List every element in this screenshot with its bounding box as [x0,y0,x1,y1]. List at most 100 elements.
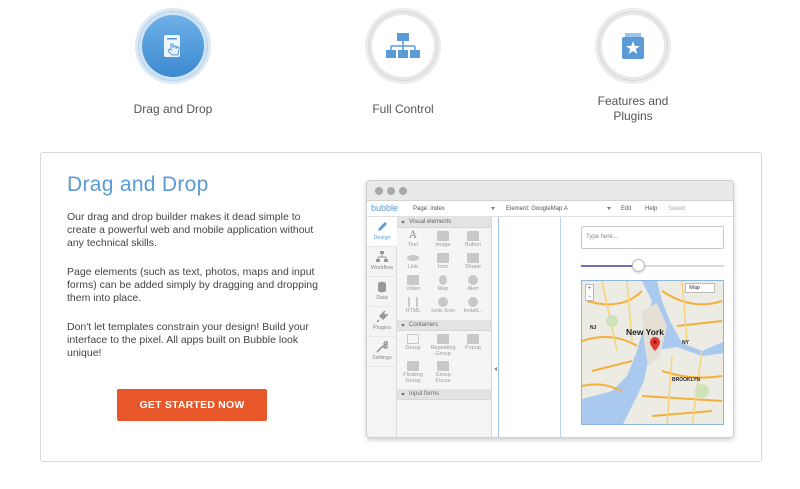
map-label-ny: NY [682,340,689,346]
map-zoom-control[interactable]: + − [585,284,594,301]
window-titlebar [367,181,733,201]
video-icon [407,275,419,285]
slider-handle[interactable] [632,259,645,272]
element-selector[interactable]: Element: GoogleMap A [506,206,568,212]
map-label-city: New York [626,327,664,337]
page-boundary [560,217,561,437]
hand-pointer-icon [142,15,204,77]
nav-label: Plugins [372,325,392,331]
visual-elements-grid: A Text Image Button Link Icon Shape Video… [397,228,491,320]
feature-label: Features and Plugins [597,94,669,123]
editor-preview: bubble Page: index Element: GoogleMap A … [366,180,734,438]
text-icon: A [409,230,417,241]
map-marker-icon [650,337,660,351]
ionic-icon [438,297,448,307]
guide-line [498,217,499,437]
section-visual-elements[interactable]: Visual elements [397,217,491,228]
section-input-forms[interactable]: Input forms [397,389,491,400]
map-pin-icon [439,275,447,285]
nav-data[interactable]: Data [367,277,397,307]
button-icon [467,231,479,241]
element-palette: Visual elements A Text Image Button Link … [397,217,492,437]
panel-title: Drag and Drop [67,173,209,196]
flag-icon [437,253,449,263]
get-started-button[interactable]: GET STARTED NOW [117,389,267,421]
palette-group-focus[interactable]: Group Focus [428,360,458,387]
palette-icon[interactable]: Icon [428,252,458,274]
panel-paragraph-1: Our drag and drop builder makes it dead … [67,211,314,249]
popup-icon [467,334,479,344]
feature-plugins[interactable]: Features and Plugins [553,8,713,124]
map-label-nj: NJ [590,325,597,331]
palette-map[interactable]: Map [428,274,458,296]
group-icon [407,334,419,344]
image-icon [437,231,449,241]
workflow-icon [376,251,388,262]
palette-ionic-icon[interactable]: Ionic Icon [428,296,458,318]
plus-circle-icon [468,297,478,307]
section-containers[interactable]: Containers [397,320,491,331]
collapse-arrow-icon[interactable] [494,367,497,371]
feature-panel: Drag and Drop Our drag and drop builder … [40,152,762,462]
shape-icon [467,253,479,263]
map-tiles [582,281,723,424]
google-map[interactable]: + − Map NJ NY New York BROOKLYN [581,280,724,425]
feature-drag-and-drop[interactable]: Drag and Drop [93,8,253,117]
nav-plugins[interactable]: Plugins [367,307,397,337]
palette-group[interactable]: Group [398,333,428,360]
canvas-slider[interactable] [581,259,724,272]
code-icon [408,297,418,307]
plugin-star-icon [602,15,664,77]
feature-full-control[interactable]: Full Control [323,8,483,117]
panel-paragraph-3: Don't let templates constrain your desig… [67,321,309,359]
floating-group-icon [407,361,419,371]
palette-text[interactable]: A Text [398,230,428,252]
palette-image[interactable]: Image [428,230,458,252]
palette-floating-group[interactable]: Floating Group [398,360,428,387]
window-dot [375,187,383,195]
feature-icon-ring [135,8,211,84]
database-icon [378,281,386,293]
alert-icon [468,275,478,285]
group-focus-icon [437,361,449,371]
menu-edit[interactable]: Edit [621,206,631,212]
menu-help[interactable]: Help [645,206,657,212]
canvas-input[interactable]: Type here... [581,226,724,249]
nav-design[interactable]: Design [367,217,397,247]
plug-icon [376,311,388,323]
bubble-logo: bubble [371,203,399,213]
palette-install[interactable]: Install... [458,296,488,318]
window-dot [399,187,407,195]
editor-menubar: bubble Page: index Element: GoogleMap A … [367,202,733,217]
pencil-icon [378,222,387,231]
palette-html[interactable]: HTML [398,296,428,318]
wrench-icon [376,341,388,353]
containers-grid: Group Repeating Group Popup Floating Gro… [397,331,491,389]
sitemap-icon [372,15,434,77]
palette-video[interactable]: Video [398,274,428,296]
nav-label: Data [376,295,388,301]
palette-button[interactable]: Button [458,230,488,252]
zoom-out-button[interactable]: − [586,293,593,301]
page-selector[interactable]: Page: index [413,206,445,212]
feature-icon-ring [595,8,671,84]
nav-settings[interactable]: Settings [367,337,397,367]
map-label-brooklyn: BROOKLYN [672,377,701,383]
feature-label: Drag and Drop [133,102,213,116]
palette-shape[interactable]: Shape [458,252,488,274]
nav-workflow[interactable]: Workflow [367,247,397,277]
palette-link[interactable]: Link [398,252,428,274]
editor-canvas: Type here... + − Map NJ NY New York BROO… [492,217,733,437]
editor-left-nav: Design Workflow Data Plugins Settings [367,217,397,437]
feature-label: Full Control [372,102,434,116]
saved-status: Saved [668,206,686,212]
panel-paragraph-2: Page elements (such as text, photos, map… [67,266,318,304]
palette-popup[interactable]: Popup [458,333,488,360]
palette-alert[interactable]: Alert [458,274,488,296]
map-type-selector[interactable]: Map [685,283,715,293]
repeating-group-icon [437,334,449,344]
zoom-in-button[interactable]: + [586,285,593,293]
nav-label: Settings [372,355,392,361]
palette-repeating-group[interactable]: Repeating Group [428,333,458,360]
window-dot [387,187,395,195]
